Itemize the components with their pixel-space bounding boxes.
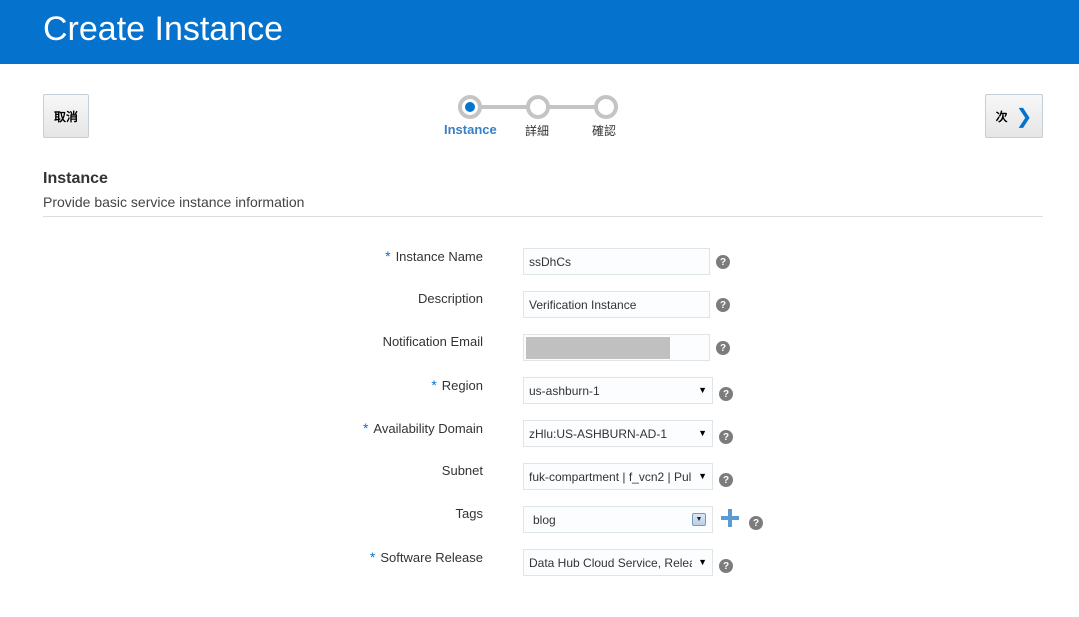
help-icon[interactable]: ? <box>716 341 730 355</box>
train-label-confirm[interactable]: 確認 <box>592 122 616 139</box>
help-icon[interactable]: ? <box>716 255 730 269</box>
chevron-right-icon: ❯ <box>1015 104 1033 128</box>
dropdown-arrow-icon: ▼ <box>698 385 707 395</box>
tags-combobox[interactable]: blog ▼ <box>523 506 713 533</box>
notification-email-input[interactable] <box>523 334 710 361</box>
software-release-row: * Software Release Data Hub Cloud Service… <box>0 549 1079 579</box>
section-title: Instance <box>43 170 108 187</box>
region-select[interactable]: us-ashburn-1 ▼ <box>523 377 713 404</box>
required-marker: * <box>431 377 437 393</box>
help-icon[interactable]: ? <box>749 516 763 530</box>
wizard-train: Instance 詳細 確認 <box>440 94 640 144</box>
section-subtitle: Provide basic service instance informati… <box>43 194 305 210</box>
page-title: Create Instance <box>43 10 284 48</box>
train-label-instance[interactable]: Instance <box>444 122 497 137</box>
help-icon[interactable]: ? <box>716 298 730 312</box>
region-label: * Region <box>431 377 483 393</box>
description-label: Description <box>417 291 483 306</box>
redacted-value <box>526 336 670 359</box>
help-icon[interactable]: ? <box>719 473 733 487</box>
help-icon[interactable]: ? <box>719 387 733 401</box>
train-label-details[interactable]: 詳細 <box>525 122 549 139</box>
notification-email-row: Notification Email ? <box>0 334 1079 364</box>
instance-name-row: * Instance Name ssDhCs ? <box>0 248 1079 278</box>
cancel-button[interactable]: 取消 <box>43 94 89 138</box>
instance-name-input[interactable]: ssDhCs <box>523 248 710 275</box>
availability-domain-label: * Availability Domain <box>362 420 483 436</box>
subnet-select[interactable]: fuk-compartment | f_vcn2 | Pul ▼ <box>523 463 713 490</box>
section-divider <box>43 216 1043 217</box>
tags-label: Tags <box>455 506 483 521</box>
required-marker: * <box>385 248 391 264</box>
add-tag-plus-icon[interactable] <box>721 509 739 527</box>
page-header: Create Instance <box>0 0 1079 64</box>
help-icon[interactable]: ? <box>719 430 733 444</box>
description-input[interactable]: Verification Instance <box>523 291 710 318</box>
train-stop-instance[interactable] <box>458 95 482 119</box>
availability-domain-select[interactable]: zHlu:US-ASHBURN-AD-1 ▼ <box>523 420 713 447</box>
next-button[interactable]: 次 ❯ <box>985 94 1043 138</box>
required-marker: * <box>369 549 376 565</box>
description-row: Description Verification Instance ? <box>0 291 1079 321</box>
subnet-label: Subnet <box>441 463 483 478</box>
notification-email-label: Notification Email <box>382 334 483 349</box>
availability-domain-row: * Availability Domain zHlu:US-ASHBURN-AD-… <box>0 420 1079 450</box>
next-button-label: 次 <box>995 109 1008 124</box>
dropdown-arrow-icon[interactable]: ▼ <box>692 513 706 526</box>
software-release-select[interactable]: Data Hub Cloud Service, Relea ▼ <box>523 549 713 576</box>
software-release-label: * Software Release <box>369 549 483 565</box>
tags-row: Tags blog ▼ ? <box>0 506 1079 536</box>
region-row: * Region us-ashburn-1 ▼ ? <box>0 377 1079 407</box>
train-stop-confirm[interactable] <box>594 95 618 119</box>
dropdown-arrow-icon: ▼ <box>698 428 707 438</box>
dropdown-arrow-icon: ▼ <box>698 471 707 481</box>
dropdown-arrow-icon: ▼ <box>698 557 707 567</box>
train-stop-details[interactable] <box>526 95 550 119</box>
instance-name-label: * Instance Name <box>385 248 483 264</box>
required-marker: * <box>362 420 369 436</box>
help-icon[interactable]: ? <box>719 559 733 573</box>
subnet-row: Subnet fuk-compartment | f_vcn2 | Pul ▼ … <box>0 463 1079 493</box>
